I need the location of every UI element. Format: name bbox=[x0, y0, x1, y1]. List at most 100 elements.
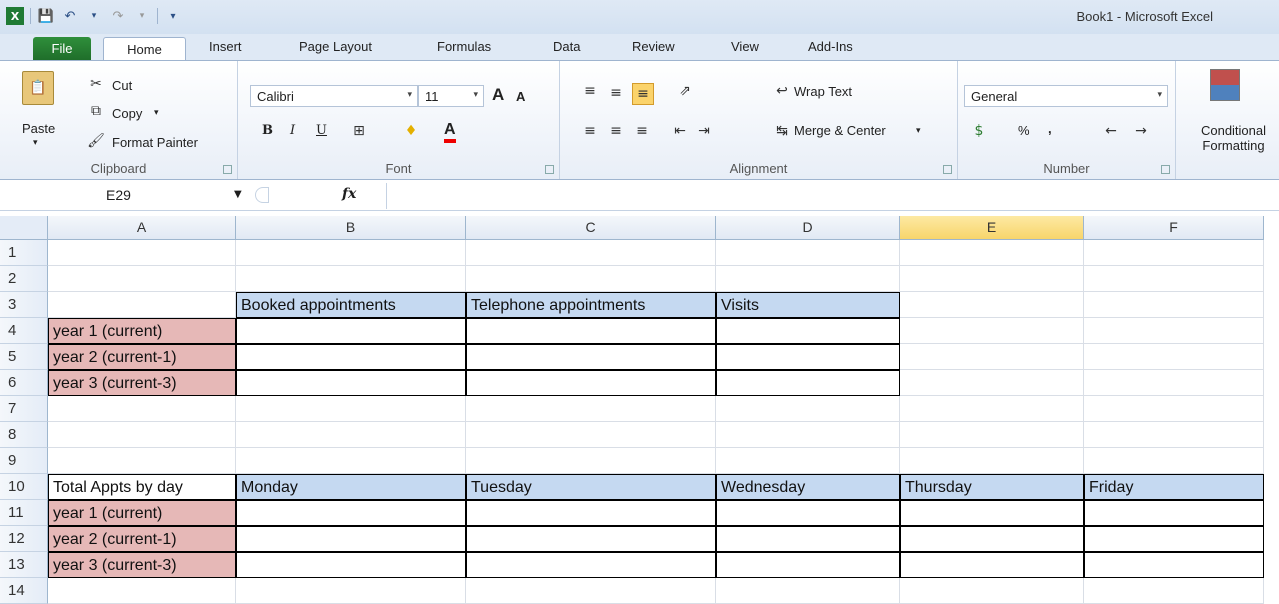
cell-e8[interactable] bbox=[900, 422, 1084, 448]
cell-c13[interactable] bbox=[466, 552, 716, 578]
cell-d10[interactable]: Wednesday bbox=[716, 474, 900, 500]
cell-c7[interactable] bbox=[466, 396, 716, 422]
format-painter-icon[interactable]: 🖌 bbox=[87, 133, 105, 149]
cell-c10[interactable]: Tuesday bbox=[466, 474, 716, 500]
cell-a9[interactable] bbox=[48, 448, 236, 474]
formula-input[interactable] bbox=[386, 183, 1279, 209]
cell-f12[interactable] bbox=[1084, 526, 1264, 552]
cell-a12[interactable]: year 2 (current-1) bbox=[48, 526, 236, 552]
tab-add-ins[interactable]: Add-Ins bbox=[808, 39, 853, 54]
column-header-a[interactable]: A bbox=[48, 216, 236, 240]
tab-page-layout[interactable]: Page Layout bbox=[299, 39, 372, 54]
wrap-text-button[interactable]: Wrap Text bbox=[794, 84, 852, 99]
cell-b9[interactable] bbox=[236, 448, 466, 474]
cell-c5[interactable] bbox=[466, 344, 716, 370]
bold-button[interactable]: B bbox=[262, 123, 273, 138]
tab-review[interactable]: Review bbox=[632, 39, 675, 54]
tab-insert[interactable]: Insert bbox=[209, 39, 242, 54]
dropdown-icon[interactable]: ▾ bbox=[85, 7, 103, 25]
row-header-6[interactable]: 6 bbox=[0, 370, 48, 396]
align-middle-icon[interactable]: ≡ bbox=[606, 83, 626, 103]
cell-f2[interactable] bbox=[1084, 266, 1264, 292]
cell-e14[interactable] bbox=[900, 578, 1084, 604]
cell-a1[interactable] bbox=[48, 240, 236, 266]
cell-d5[interactable] bbox=[716, 344, 900, 370]
cell-f1[interactable] bbox=[1084, 240, 1264, 266]
increase-indent-icon[interactable]: ⇥ bbox=[694, 121, 714, 141]
cell-a2[interactable] bbox=[48, 266, 236, 292]
cell-c14[interactable] bbox=[466, 578, 716, 604]
cell-d9[interactable] bbox=[716, 448, 900, 474]
tab-home[interactable]: Home bbox=[103, 37, 186, 61]
cell-a11[interactable]: year 1 (current) bbox=[48, 500, 236, 526]
cell-d2[interactable] bbox=[716, 266, 900, 292]
dropdown-icon[interactable]: ▾ bbox=[133, 7, 151, 25]
conditional-formatting-button[interactable]: Conditional Formatting bbox=[1186, 123, 1279, 153]
cell-c2[interactable] bbox=[466, 266, 716, 292]
cell-b3[interactable]: Booked appointments bbox=[236, 292, 466, 318]
cell-e12[interactable] bbox=[900, 526, 1084, 552]
cell-a6[interactable]: year 3 (current-3) bbox=[48, 370, 236, 396]
cell-f7[interactable] bbox=[1084, 396, 1264, 422]
cell-d13[interactable] bbox=[716, 552, 900, 578]
tab-view[interactable]: View bbox=[731, 39, 759, 54]
cell-b14[interactable] bbox=[236, 578, 466, 604]
row-header-11[interactable]: 11 bbox=[0, 500, 48, 526]
cell-d12[interactable] bbox=[716, 526, 900, 552]
chevron-down-icon[interactable]: ▾ bbox=[154, 107, 159, 118]
insert-function-icon[interactable]: fx bbox=[342, 186, 356, 202]
cell-b12[interactable] bbox=[236, 526, 466, 552]
chevron-down-icon[interactable]: ▼ bbox=[234, 189, 242, 200]
cell-a5[interactable]: year 2 (current-1) bbox=[48, 344, 236, 370]
column-header-b[interactable]: B bbox=[236, 216, 466, 240]
cell-a13[interactable]: year 3 (current-3) bbox=[48, 552, 236, 578]
align-right-icon[interactable]: ≡ bbox=[632, 121, 652, 141]
cell-f10[interactable]: Friday bbox=[1084, 474, 1264, 500]
cell-d8[interactable] bbox=[716, 422, 900, 448]
column-header-c[interactable]: C bbox=[466, 216, 716, 240]
align-bottom-icon[interactable]: ≡ bbox=[632, 83, 654, 105]
cell-b6[interactable] bbox=[236, 370, 466, 396]
underline-button[interactable]: U bbox=[316, 123, 327, 138]
row-header-12[interactable]: 12 bbox=[0, 526, 48, 552]
save-icon[interactable]: 💾 bbox=[37, 7, 55, 25]
percent-button[interactable]: % bbox=[1018, 123, 1030, 138]
wrap-text-icon[interactable]: ↩ bbox=[772, 81, 792, 101]
cell-e3[interactable] bbox=[900, 292, 1084, 318]
cell-e7[interactable] bbox=[900, 396, 1084, 422]
cell-e6[interactable] bbox=[900, 370, 1084, 396]
undo-icon[interactable]: ↶ bbox=[61, 7, 79, 25]
column-header-d[interactable]: D bbox=[716, 216, 900, 240]
decrease-indent-icon[interactable]: ⇤ bbox=[670, 121, 690, 141]
font-color-button[interactable]: A bbox=[444, 121, 456, 143]
cell-c12[interactable] bbox=[466, 526, 716, 552]
cell-d6[interactable] bbox=[716, 370, 900, 396]
row-header-7[interactable]: 7 bbox=[0, 396, 48, 422]
cell-a14[interactable] bbox=[48, 578, 236, 604]
cell-e4[interactable] bbox=[900, 318, 1084, 344]
font-size-select[interactable]: 11 ▾ bbox=[418, 85, 484, 107]
row-header-14[interactable]: 14 bbox=[0, 578, 48, 604]
cell-f4[interactable] bbox=[1084, 318, 1264, 344]
cell-e2[interactable] bbox=[900, 266, 1084, 292]
cell-f11[interactable] bbox=[1084, 500, 1264, 526]
cell-f14[interactable] bbox=[1084, 578, 1264, 604]
tab-formulas[interactable]: Formulas bbox=[437, 39, 491, 54]
cell-b7[interactable] bbox=[236, 396, 466, 422]
row-header-8[interactable]: 8 bbox=[0, 422, 48, 448]
cell-d7[interactable] bbox=[716, 396, 900, 422]
paste-icon[interactable]: 📋 bbox=[22, 71, 54, 105]
cell-c11[interactable] bbox=[466, 500, 716, 526]
cell-a7[interactable] bbox=[48, 396, 236, 422]
cell-e13[interactable] bbox=[900, 552, 1084, 578]
comma-button[interactable]: , bbox=[1048, 121, 1052, 136]
number-launcher-icon[interactable] bbox=[1161, 165, 1170, 174]
customize-qat-icon[interactable]: ▾ bbox=[164, 7, 182, 25]
cell-b13[interactable] bbox=[236, 552, 466, 578]
cell-a3[interactable] bbox=[48, 292, 236, 318]
redo-icon[interactable]: ↷ bbox=[109, 7, 127, 25]
cell-b8[interactable] bbox=[236, 422, 466, 448]
clipboard-launcher-icon[interactable] bbox=[223, 165, 232, 174]
merge-center-button[interactable]: Merge & Center bbox=[794, 123, 886, 138]
tab-data[interactable]: Data bbox=[553, 39, 580, 54]
